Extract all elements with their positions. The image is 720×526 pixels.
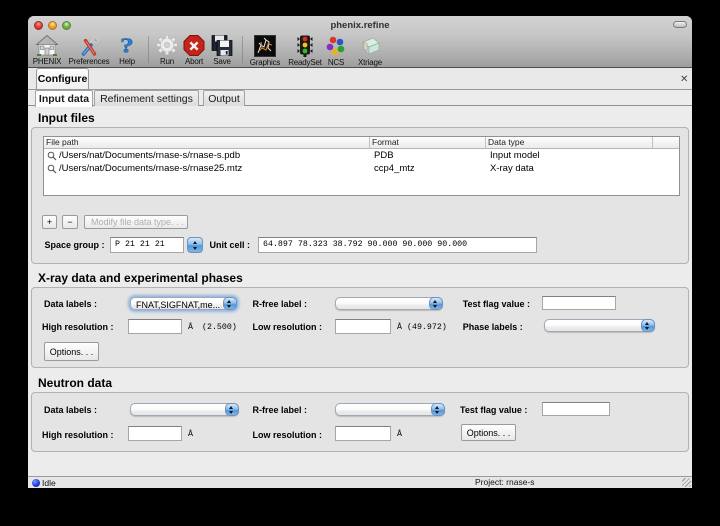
svg-text:?: ?: [120, 35, 134, 56]
